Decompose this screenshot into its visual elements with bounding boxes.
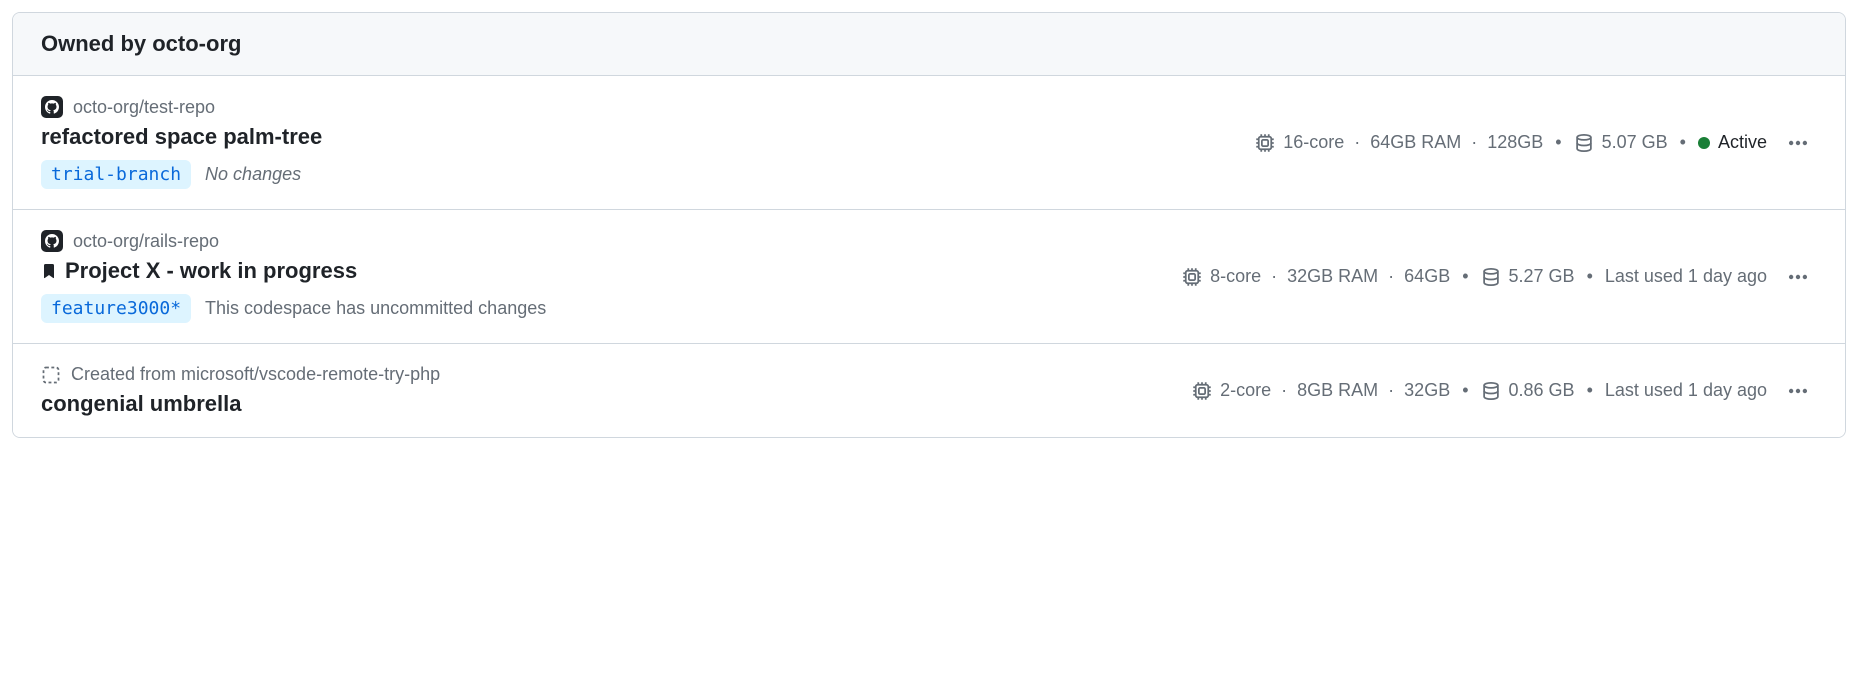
branch-line: trial-branch No changes (41, 160, 1235, 189)
branch-chip[interactable]: trial-branch (41, 160, 191, 189)
codespace-row: octo-org/rails-repo Project X - work in … (13, 210, 1845, 344)
codespace-name-text: Project X - work in progress (65, 258, 357, 284)
actions-menu-button[interactable] (1779, 126, 1817, 160)
repo-link[interactable]: octo-org/rails-repo (73, 231, 219, 252)
machine-spec: 2-core · 8GB RAM · 32GB (1192, 380, 1450, 401)
machine-spec: 8-core · 32GB RAM · 64GB (1182, 266, 1450, 287)
codespaces-panel: Owned by octo-org octo-org/test-repo ref… (12, 12, 1846, 438)
separator: • (1587, 266, 1593, 287)
separator: · (1386, 380, 1396, 401)
status-indicator: Last used 1 day ago (1605, 266, 1767, 287)
codespace-info: octo-org/test-repo refactored space palm… (41, 96, 1235, 189)
panel-header: Owned by octo-org (13, 13, 1845, 76)
cpu-icon (1255, 133, 1275, 153)
template-origin-text: Created from microsoft/vscode-remote-try… (71, 364, 440, 385)
codespace-name-link[interactable]: congenial umbrella (41, 391, 1172, 417)
status-label: Last used 1 day ago (1605, 266, 1767, 287)
codespace-name-text: congenial umbrella (41, 391, 242, 417)
repo-line: octo-org/test-repo (41, 96, 1235, 118)
changes-text: No changes (205, 164, 301, 185)
storage-spec: 0.86 GB (1481, 380, 1575, 401)
org-avatar-icon (41, 230, 63, 252)
status-indicator: Last used 1 day ago (1605, 380, 1767, 401)
cpu-icon (1192, 381, 1212, 401)
actions-menu-button[interactable] (1779, 260, 1817, 294)
actions-menu-button[interactable] (1779, 374, 1817, 408)
branch-chip[interactable]: feature3000* (41, 294, 191, 323)
codespace-info: Created from microsoft/vscode-remote-try… (41, 364, 1172, 417)
panel-title: Owned by octo-org (41, 31, 241, 56)
codespace-row: Created from microsoft/vscode-remote-try… (13, 344, 1845, 437)
status-label: Last used 1 day ago (1605, 380, 1767, 401)
separator: · (1279, 380, 1289, 401)
codespace-meta: 2-core · 8GB RAM · 32GB • 0.86 GB • Last… (1192, 374, 1817, 408)
cpu-icon (1182, 267, 1202, 287)
separator: • (1462, 380, 1468, 401)
status-label: Active (1718, 132, 1767, 153)
cpu-label: 2-core (1220, 380, 1271, 401)
separator: · (1269, 266, 1279, 287)
storage-used-label: 5.27 GB (1509, 266, 1575, 287)
codespace-meta: 8-core · 32GB RAM · 64GB • 5.27 GB • Las… (1182, 260, 1817, 294)
database-icon (1481, 267, 1501, 287)
codespace-row: octo-org/test-repo refactored space palm… (13, 76, 1845, 210)
repo-line: octo-org/rails-repo (41, 230, 1162, 252)
cpu-label: 8-core (1210, 266, 1261, 287)
separator: • (1555, 132, 1561, 153)
codespace-name-link[interactable]: refactored space palm-tree (41, 124, 1235, 150)
cpu-label: 16-core (1283, 132, 1344, 153)
ram-label: 32GB RAM (1287, 266, 1378, 287)
machine-spec: 16-core · 64GB RAM · 128GB (1255, 132, 1543, 153)
codespace-name-link[interactable]: Project X - work in progress (41, 258, 1162, 284)
storage-used-label: 0.86 GB (1509, 380, 1575, 401)
ram-label: 64GB RAM (1370, 132, 1461, 153)
separator: · (1352, 132, 1362, 153)
codespace-name-text: refactored space palm-tree (41, 124, 322, 150)
changes-text: This codespace has uncommitted changes (205, 298, 546, 319)
storage-used-label: 5.07 GB (1602, 132, 1668, 153)
separator: • (1680, 132, 1686, 153)
separator: · (1386, 266, 1396, 287)
branch-line: feature3000* This codespace has uncommit… (41, 294, 1162, 323)
codespace-meta: 16-core · 64GB RAM · 128GB • 5.07 GB • A… (1255, 126, 1817, 160)
database-icon (1574, 133, 1594, 153)
template-repo-icon (41, 365, 61, 385)
ram-label: 8GB RAM (1297, 380, 1378, 401)
separator: • (1587, 380, 1593, 401)
template-origin-line: Created from microsoft/vscode-remote-try… (41, 364, 1172, 385)
org-avatar-icon (41, 96, 63, 118)
separator: • (1462, 266, 1468, 287)
bookmark-icon (41, 263, 57, 279)
storage-spec: 5.07 GB (1574, 132, 1668, 153)
disk-label: 64GB (1404, 266, 1450, 287)
storage-spec: 5.27 GB (1481, 266, 1575, 287)
repo-link[interactable]: octo-org/test-repo (73, 97, 215, 118)
disk-label: 32GB (1404, 380, 1450, 401)
database-icon (1481, 381, 1501, 401)
disk-label: 128GB (1487, 132, 1543, 153)
status-indicator: Active (1698, 132, 1767, 153)
status-dot-icon (1698, 137, 1710, 149)
separator: · (1469, 132, 1479, 153)
codespace-info: octo-org/rails-repo Project X - work in … (41, 230, 1162, 323)
